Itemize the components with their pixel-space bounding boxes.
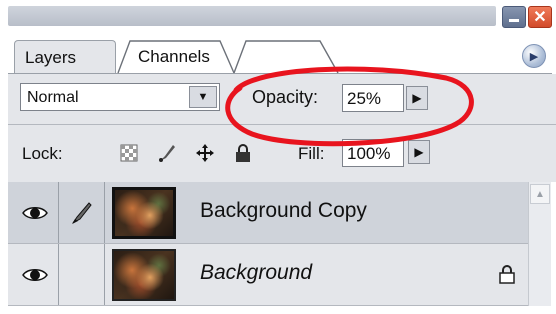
layer-lock-icon [499,265,515,284]
layers-panel: ✕ Layers Channels ▶ Normal ▼ Opacity: 25… [0,0,556,314]
visibility-toggle[interactable] [12,182,59,243]
lock-label: Lock: [22,144,63,163]
link-brush-cell[interactable] [58,182,105,243]
minimize-icon [509,18,519,22]
close-icon: ✕ [533,9,547,26]
opacity-highlight-circle [225,66,474,147]
panel-menu-arrow-icon[interactable]: ▶ [522,44,546,68]
layer-name: Background [200,261,313,284]
layers-scrollbar[interactable]: ▲ [528,182,551,306]
close-button[interactable]: ✕ [528,6,552,28]
tab-layers[interactable]: Layers [14,40,116,73]
layer-thumbnail [112,249,176,301]
layer-row-background[interactable]: Background [8,244,528,306]
paintbrush-icon [72,201,92,224]
tab-channels-label: Channels [138,47,210,66]
eye-icon [22,268,48,281]
layers-list: Background Copy Background [8,182,528,306]
layer-name: Background Copy [200,199,367,222]
chevron-down-icon[interactable]: ▼ [189,86,217,108]
eye-icon [22,206,48,219]
blend-mode-value: Normal [27,89,79,106]
minimize-button[interactable] [502,6,526,28]
visibility-toggle[interactable] [12,244,59,305]
blend-mode-select[interactable]: Normal ▼ [20,83,220,111]
title-bar-drag-area[interactable] [8,6,496,26]
lock-position-icon[interactable] [194,142,216,164]
layer-row-background-copy[interactable]: Background Copy [8,182,528,244]
tab-layers-label: Layers [25,48,77,67]
layer-thumbnail [112,187,176,239]
link-brush-cell[interactable] [58,244,105,305]
scroll-up-icon[interactable]: ▲ [530,184,550,204]
lock-image-pixels-icon[interactable] [156,142,178,164]
panel-title-bar: ✕ [0,0,556,30]
lock-transparent-pixels-icon[interactable] [118,142,140,164]
